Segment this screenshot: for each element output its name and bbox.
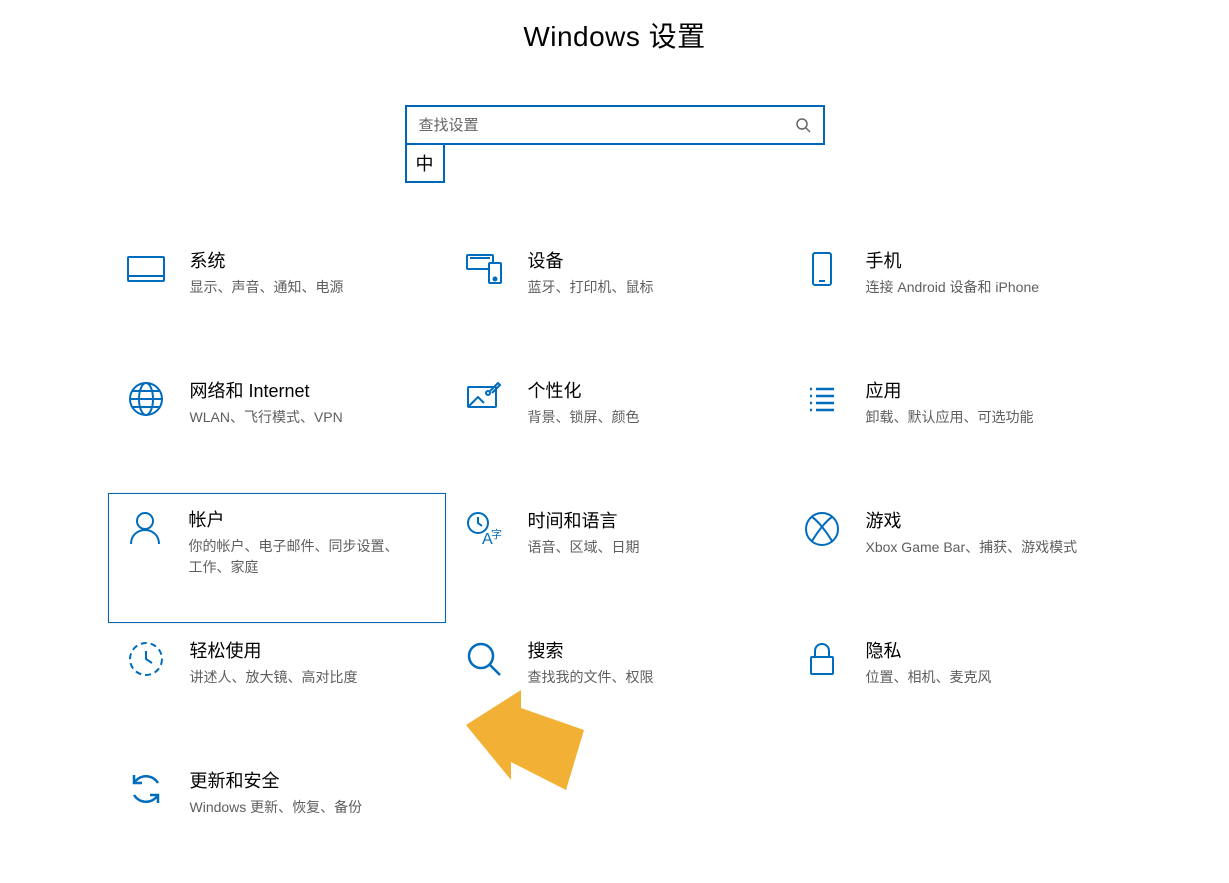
tile-title: 帐户	[189, 506, 429, 532]
page-title: Windows 设置	[523, 15, 705, 55]
svg-text:字: 字	[491, 527, 502, 541]
tile-desc: 背景、锁屏、颜色	[528, 407, 748, 428]
tile-title: 轻松使用	[190, 637, 428, 663]
search-input[interactable]	[419, 117, 795, 134]
tile-accounts[interactable]: 帐户 你的帐户、电子邮件、同步设置、工作、家庭	[108, 493, 446, 623]
tile-desc: Xbox Game Bar、捕获、游戏模式	[866, 537, 1086, 558]
tile-phone[interactable]: 手机 连接 Android 设备和 iPhone	[784, 233, 1122, 363]
tile-title: 隐私	[866, 637, 1104, 663]
tile-title: 设备	[528, 247, 766, 273]
tile-title: 时间和语言	[528, 507, 766, 533]
tile-desc: 连接 Android 设备和 iPhone	[866, 277, 1086, 298]
phone-icon	[802, 249, 842, 289]
tile-time-language[interactable]: A字 时间和语言 语音、区域、日期	[446, 493, 784, 623]
tile-devices[interactable]: 设备 蓝牙、打印机、鼠标	[446, 233, 784, 363]
tile-title: 网络和 Internet	[190, 377, 428, 403]
ease-icon	[126, 639, 166, 679]
person-icon	[125, 508, 165, 548]
lock-icon	[802, 639, 842, 679]
tile-gaming[interactable]: 游戏 Xbox Game Bar、捕获、游戏模式	[784, 493, 1122, 623]
display-icon	[126, 249, 166, 289]
tile-title: 游戏	[866, 507, 1104, 533]
search-box[interactable]	[405, 105, 825, 145]
devices-icon	[464, 249, 504, 289]
tile-desc: 你的帐户、电子邮件、同步设置、工作、家庭	[189, 536, 409, 578]
search-icon	[795, 117, 811, 133]
magnifier-icon	[464, 639, 504, 679]
tile-system[interactable]: 系统 显示、声音、通知、电源	[108, 233, 446, 363]
tile-desc: 讲述人、放大镜、高对比度	[190, 667, 410, 688]
apps-icon	[802, 379, 842, 419]
settings-grid: 系统 显示、声音、通知、电源 设备 蓝牙、打印机、鼠标 手机	[108, 233, 1122, 883]
tile-title: 手机	[866, 247, 1104, 273]
tile-desc: 位置、相机、麦克风	[866, 667, 1086, 688]
tile-title: 更新和安全	[190, 767, 428, 793]
sync-icon	[126, 769, 166, 809]
tile-desc: 卸载、默认应用、可选功能	[866, 407, 1086, 428]
tile-apps[interactable]: 应用 卸载、默认应用、可选功能	[784, 363, 1122, 493]
tile-privacy[interactable]: 隐私 位置、相机、麦克风	[784, 623, 1122, 753]
tile-desc: 语音、区域、日期	[528, 537, 748, 558]
tile-title: 个性化	[528, 377, 766, 403]
time-language-icon: A字	[464, 509, 504, 549]
tile-desc: Windows 更新、恢复、备份	[190, 797, 410, 818]
tile-network[interactable]: 网络和 Internet WLAN、飞行模式、VPN	[108, 363, 446, 493]
tile-search[interactable]: 搜索 查找我的文件、权限	[446, 623, 784, 753]
tile-title: 应用	[866, 377, 1104, 403]
tile-ease-of-access[interactable]: 轻松使用 讲述人、放大镜、高对比度	[108, 623, 446, 753]
tile-title: 系统	[190, 247, 428, 273]
tile-desc: 蓝牙、打印机、鼠标	[528, 277, 748, 298]
brush-icon	[464, 379, 504, 419]
tile-personalization[interactable]: 个性化 背景、锁屏、颜色	[446, 363, 784, 493]
tile-desc: 显示、声音、通知、电源	[190, 277, 410, 298]
xbox-icon	[802, 509, 842, 549]
tile-title: 搜索	[528, 637, 766, 663]
tile-update-security[interactable]: 更新和安全 Windows 更新、恢复、备份	[108, 753, 446, 883]
tile-desc: 查找我的文件、权限	[528, 667, 748, 688]
tile-desc: WLAN、飞行模式、VPN	[190, 407, 410, 428]
globe-icon	[126, 379, 166, 419]
